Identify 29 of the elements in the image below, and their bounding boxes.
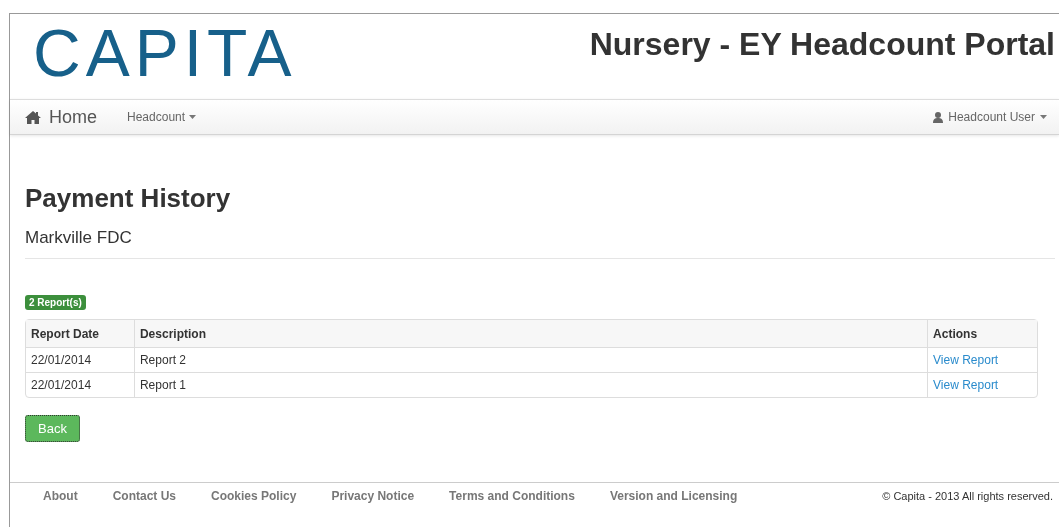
column-header: Report Date [26,320,134,348]
footer-link[interactable]: Version and Licensing [609,488,738,503]
footer-link[interactable]: Privacy Notice [331,488,415,503]
report-count-badge: 2 Report(s) [25,295,86,311]
view-report-link[interactable]: View Report [933,353,999,368]
column-header: Actions [927,320,1037,348]
caret-icon [1040,115,1047,119]
page-heading: Payment History [25,183,232,215]
menu-dropdown[interactable]: Headcount [127,110,197,124]
table-cell: 22/01/2014 [26,347,134,373]
table-cell: 22/01/2014 [26,372,134,398]
home-link[interactable]: Home [25,106,97,128]
column-header: Description [133,320,928,348]
copyright-text: © Capita - 2013 All rights reserved. [882,489,1053,502]
view-report-link[interactable]: View Report [933,378,999,393]
logo: CAPITA [33,20,297,86]
footer-link[interactable]: Cookies Policy [211,488,297,503]
table-cell: Report 1 [133,372,928,398]
portal-title: Nursery - EY Headcount Portal [589,26,1055,63]
footer-link[interactable]: Terms and Conditions [449,488,575,503]
user-menu[interactable]: Headcount User [933,110,1047,124]
back-button[interactable]: Back [25,415,80,443]
footer-link[interactable]: Contact Us [112,488,176,503]
nursery-name: Markville FDC [25,228,1055,260]
table-cell: Report 2 [133,347,928,373]
user-icon [933,111,944,123]
footer-link[interactable]: About [43,488,78,503]
home-icon [25,110,41,124]
caret-icon [189,115,197,119]
